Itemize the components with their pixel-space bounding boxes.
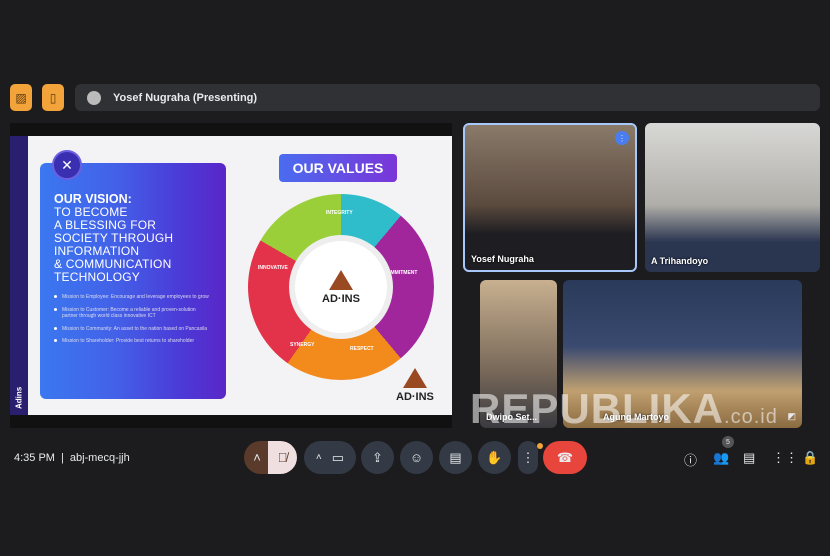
mic-toggle-button[interactable]: 🎙̸ [268,441,297,474]
expand-icon[interactable]: ◩ [787,411,796,422]
mission-list: Mission to Employee: Encourage and lever… [54,294,212,345]
chevron-up-icon: ˄ [253,450,261,465]
notification-dot [537,443,543,449]
chat-icon[interactable]: ▤ [743,450,755,466]
watermark-text: REPUBLIKA [470,385,725,432]
logo-text: AD·INS [322,292,360,305]
leave-call-button[interactable]: ☎ [543,441,587,474]
clock-time: 4:35 PM [14,452,55,464]
vision-icon: ✕ [52,150,82,180]
captions-button[interactable]: ▤ [439,441,472,474]
value-label: COMMITMENT [383,270,418,276]
adins-logo-icon [329,269,353,290]
values-title: OUR VALUES [279,154,397,182]
corner-logo: AD·INS [396,368,434,403]
mission-item: Mission to Community: An asset to the na… [54,326,212,333]
camera-button[interactable]: ˄ ▭ [304,441,356,474]
emoji-icon: ☺ [409,450,424,465]
vision-line: TECHNOLOGY [54,270,141,284]
watermark-suffix: .co.id [724,406,778,428]
chevron-up-icon: ˄ [315,452,322,463]
camera-icon: ▭ [331,449,345,465]
speaking-indicator-icon: ⋮ [615,131,629,145]
participant-name: A Trihandoyo [651,256,709,266]
value-label: INNOVATIVE [258,265,288,271]
door-icon: ▯ [49,90,57,105]
activities-icon[interactable]: ⋮⋮ [772,450,798,466]
meeting-details-icon[interactable]: ⓘ [684,450,697,469]
more-vert-icon: ⋮ [521,449,535,465]
separator: | [60,452,64,464]
mission-item: Mission to Employee: Encourage and lever… [54,294,212,301]
people-icon[interactable]: 👥 [713,450,729,466]
slide-side-label: Adins [10,136,28,415]
mission-item: Mission to Shareholder: Provide best ret… [54,338,212,345]
mission-item: Mission to Customer: Become a reliable a… [54,307,212,320]
center-logo: AD·INS [295,241,387,333]
host-controls-icon[interactable]: 🔒 [802,450,818,466]
participant-tile[interactable]: A Trihandoyo [645,123,820,272]
watermark: REPUBLIKA.co.id [470,385,778,433]
value-label: SYNERGY [290,342,315,348]
present-button[interactable]: ⇪ [361,441,394,474]
adins-logo-icon [402,368,427,388]
more-options-button[interactable]: ⋮ [518,441,538,474]
meeting-code: abj-mecq-jjh [69,452,130,464]
people-count-badge: 5 [722,436,734,448]
presenter-label: Yosef Nugraha (Presenting) [113,91,258,104]
present-screen-icon: ⇪ [372,449,383,465]
value-label: INTEGRITY [326,210,353,216]
audio-options-button[interactable]: ˄ [244,441,270,474]
participant-name: Yosef Nugraha [471,254,534,264]
camera-off-icon: ▨ [15,90,27,105]
vision-card: OUR VISION: TO BECOME A BLESSING FOR SOC… [40,163,226,399]
leave-door-button[interactable]: ▯ [42,84,64,111]
logo-text: AD·INS [396,391,434,403]
hang-up-icon: ☎ [556,449,574,465]
captions-icon: ▤ [449,449,462,465]
participant-tile[interactable]: ⋮ Yosef Nugraha [463,123,637,272]
value-label: RESPECT [350,346,374,352]
reactions-button[interactable]: ☺ [400,441,433,474]
camera-off-button[interactable]: ▨ [10,84,32,111]
mic-off-icon: 🎙̸ [277,450,288,465]
meeting-info: 4:35 PM | abj-mecq-jjh [14,452,130,464]
presenter-avatar [87,90,101,105]
presenter-bar[interactable]: Yosef Nugraha (Presenting) [75,84,820,111]
hand-icon: ✋ [486,449,503,465]
raise-hand-button[interactable]: ✋ [478,441,511,474]
